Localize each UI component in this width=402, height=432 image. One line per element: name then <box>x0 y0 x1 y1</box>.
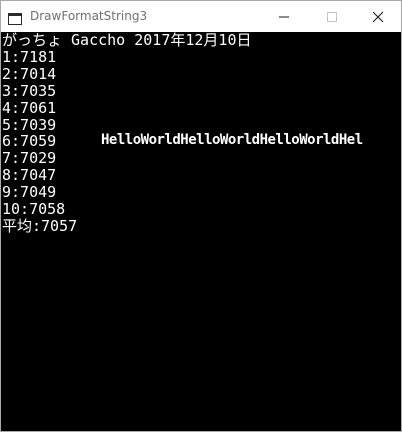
result-line: 1:7181 <box>2 48 57 66</box>
result-line: 9:7049 <box>2 183 57 201</box>
app-window: DrawFormatString3 がっちょ Gaccho 2017年12月10… <box>0 0 402 432</box>
result-line: 4:7061 <box>2 99 57 117</box>
result-line: 7:7029 <box>2 149 57 167</box>
maximize-button[interactable] <box>309 1 355 32</box>
result-line: 10:7058 <box>2 200 66 218</box>
result-line: 6:7059 <box>2 132 57 150</box>
close-button[interactable] <box>355 1 401 32</box>
window-title: DrawFormatString3 <box>30 9 148 23</box>
average-line: 平均:7057 <box>2 217 78 235</box>
result-line: 2:7014 <box>2 65 57 83</box>
hello-world-text: HelloWorldHelloWorldHelloWorldHel <box>101 132 363 148</box>
minimize-button[interactable] <box>261 1 307 32</box>
header-line: がっちょ Gaccho 2017年12月10日 <box>2 32 252 49</box>
result-line: 3:7035 <box>2 82 57 100</box>
minimize-icon <box>279 16 289 18</box>
close-icon <box>372 11 384 23</box>
app-window-icon <box>8 10 22 25</box>
title-bar[interactable]: DrawFormatString3 <box>1 1 401 32</box>
maximize-icon <box>327 12 337 22</box>
console-canvas: がっちょ Gaccho 2017年12月10日 1:7181 2:7014 3:… <box>1 32 401 431</box>
result-line: 8:7047 <box>2 166 57 184</box>
